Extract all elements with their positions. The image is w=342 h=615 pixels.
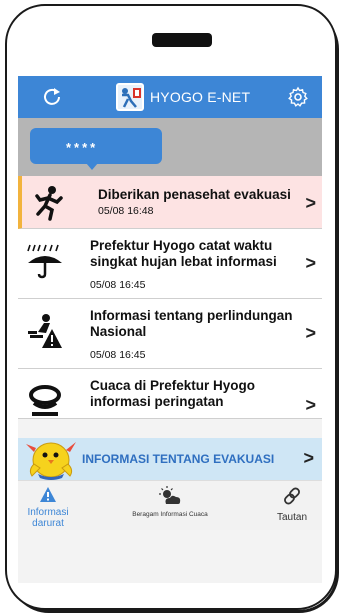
tab-links[interactable]: Tautan (264, 481, 320, 531)
tab-label: Beragam Informasi Cuaca (132, 511, 208, 518)
gear-icon[interactable] (286, 85, 310, 109)
evacuation-logo-icon (118, 85, 142, 109)
app-header: HYOGO E-NET (18, 76, 322, 118)
tab-label: Tautan (276, 512, 308, 523)
chevron-right-icon: > (303, 448, 314, 468)
weather-icon (159, 486, 181, 504)
item-title: Informasi tentang perlindungan Nasional (90, 308, 293, 339)
item-time: 05/08 16:45 (90, 279, 146, 291)
list-item[interactable]: Diberikan penasehat evakuasi 05/08 16:48… (18, 176, 322, 229)
item-time: 05/08 16:45 (90, 349, 146, 361)
evacuation-info-label: INFORMASI TENTANG EVAKUASI (82, 452, 275, 466)
list-item[interactable]: Prefektur Hyogo catat waktu singkat huja… (18, 229, 322, 299)
link-icon (284, 487, 300, 505)
bottom-tab-bar: Informasi darurat Beragam Informasi Cuac… (18, 480, 322, 530)
item-title: Cuaca di Prefektur Hyogo informasi perin… (90, 378, 256, 409)
refresh-icon[interactable] (40, 85, 64, 109)
chevron-right-icon: > (305, 193, 316, 213)
bird-mascot-icon (26, 442, 76, 480)
list-item[interactable]: Cuaca di Prefektur Hyogo informasi perin… (18, 369, 322, 419)
app-logo (116, 83, 144, 111)
app-title: HYOGO E-NET (150, 89, 251, 105)
notice-banner: **** (18, 118, 322, 176)
chevron-right-icon: > (305, 323, 316, 343)
item-title: Diberikan penasehat evakuasi (98, 187, 291, 202)
tab-weather-info[interactable]: Beragam Informasi Cuaca (118, 481, 222, 531)
notice-bubble[interactable]: **** (30, 128, 162, 164)
heavy-rain-umbrella-icon (27, 244, 62, 279)
tab-label: Informasi darurat (27, 507, 69, 529)
civil-protection-warning-icon (28, 314, 62, 348)
running-person-icon (35, 186, 63, 221)
notice-bubble-tail (86, 163, 98, 170)
evacuation-info-bar[interactable]: INFORMASI TENTANG EVAKUASI > (18, 438, 322, 480)
speaker-slot (152, 33, 212, 47)
warning-icon (40, 487, 56, 502)
chevron-right-icon: > (305, 395, 316, 415)
item-time: 05/08 16:48 (98, 205, 154, 217)
list-item[interactable]: Informasi tentang perlindungan Nasional … (18, 299, 322, 369)
typhoon-icon (29, 385, 61, 416)
chevron-right-icon: > (305, 253, 316, 273)
tab-emergency-info[interactable]: Informasi darurat (18, 481, 78, 531)
item-title: Prefektur Hyogo catat waktu singkat huja… (90, 238, 277, 269)
notification-list: Diberikan penasehat evakuasi 05/08 16:48… (18, 176, 322, 419)
app-screen: HYOGO E-NET **** Diberikan penasehat eva… (18, 76, 322, 583)
